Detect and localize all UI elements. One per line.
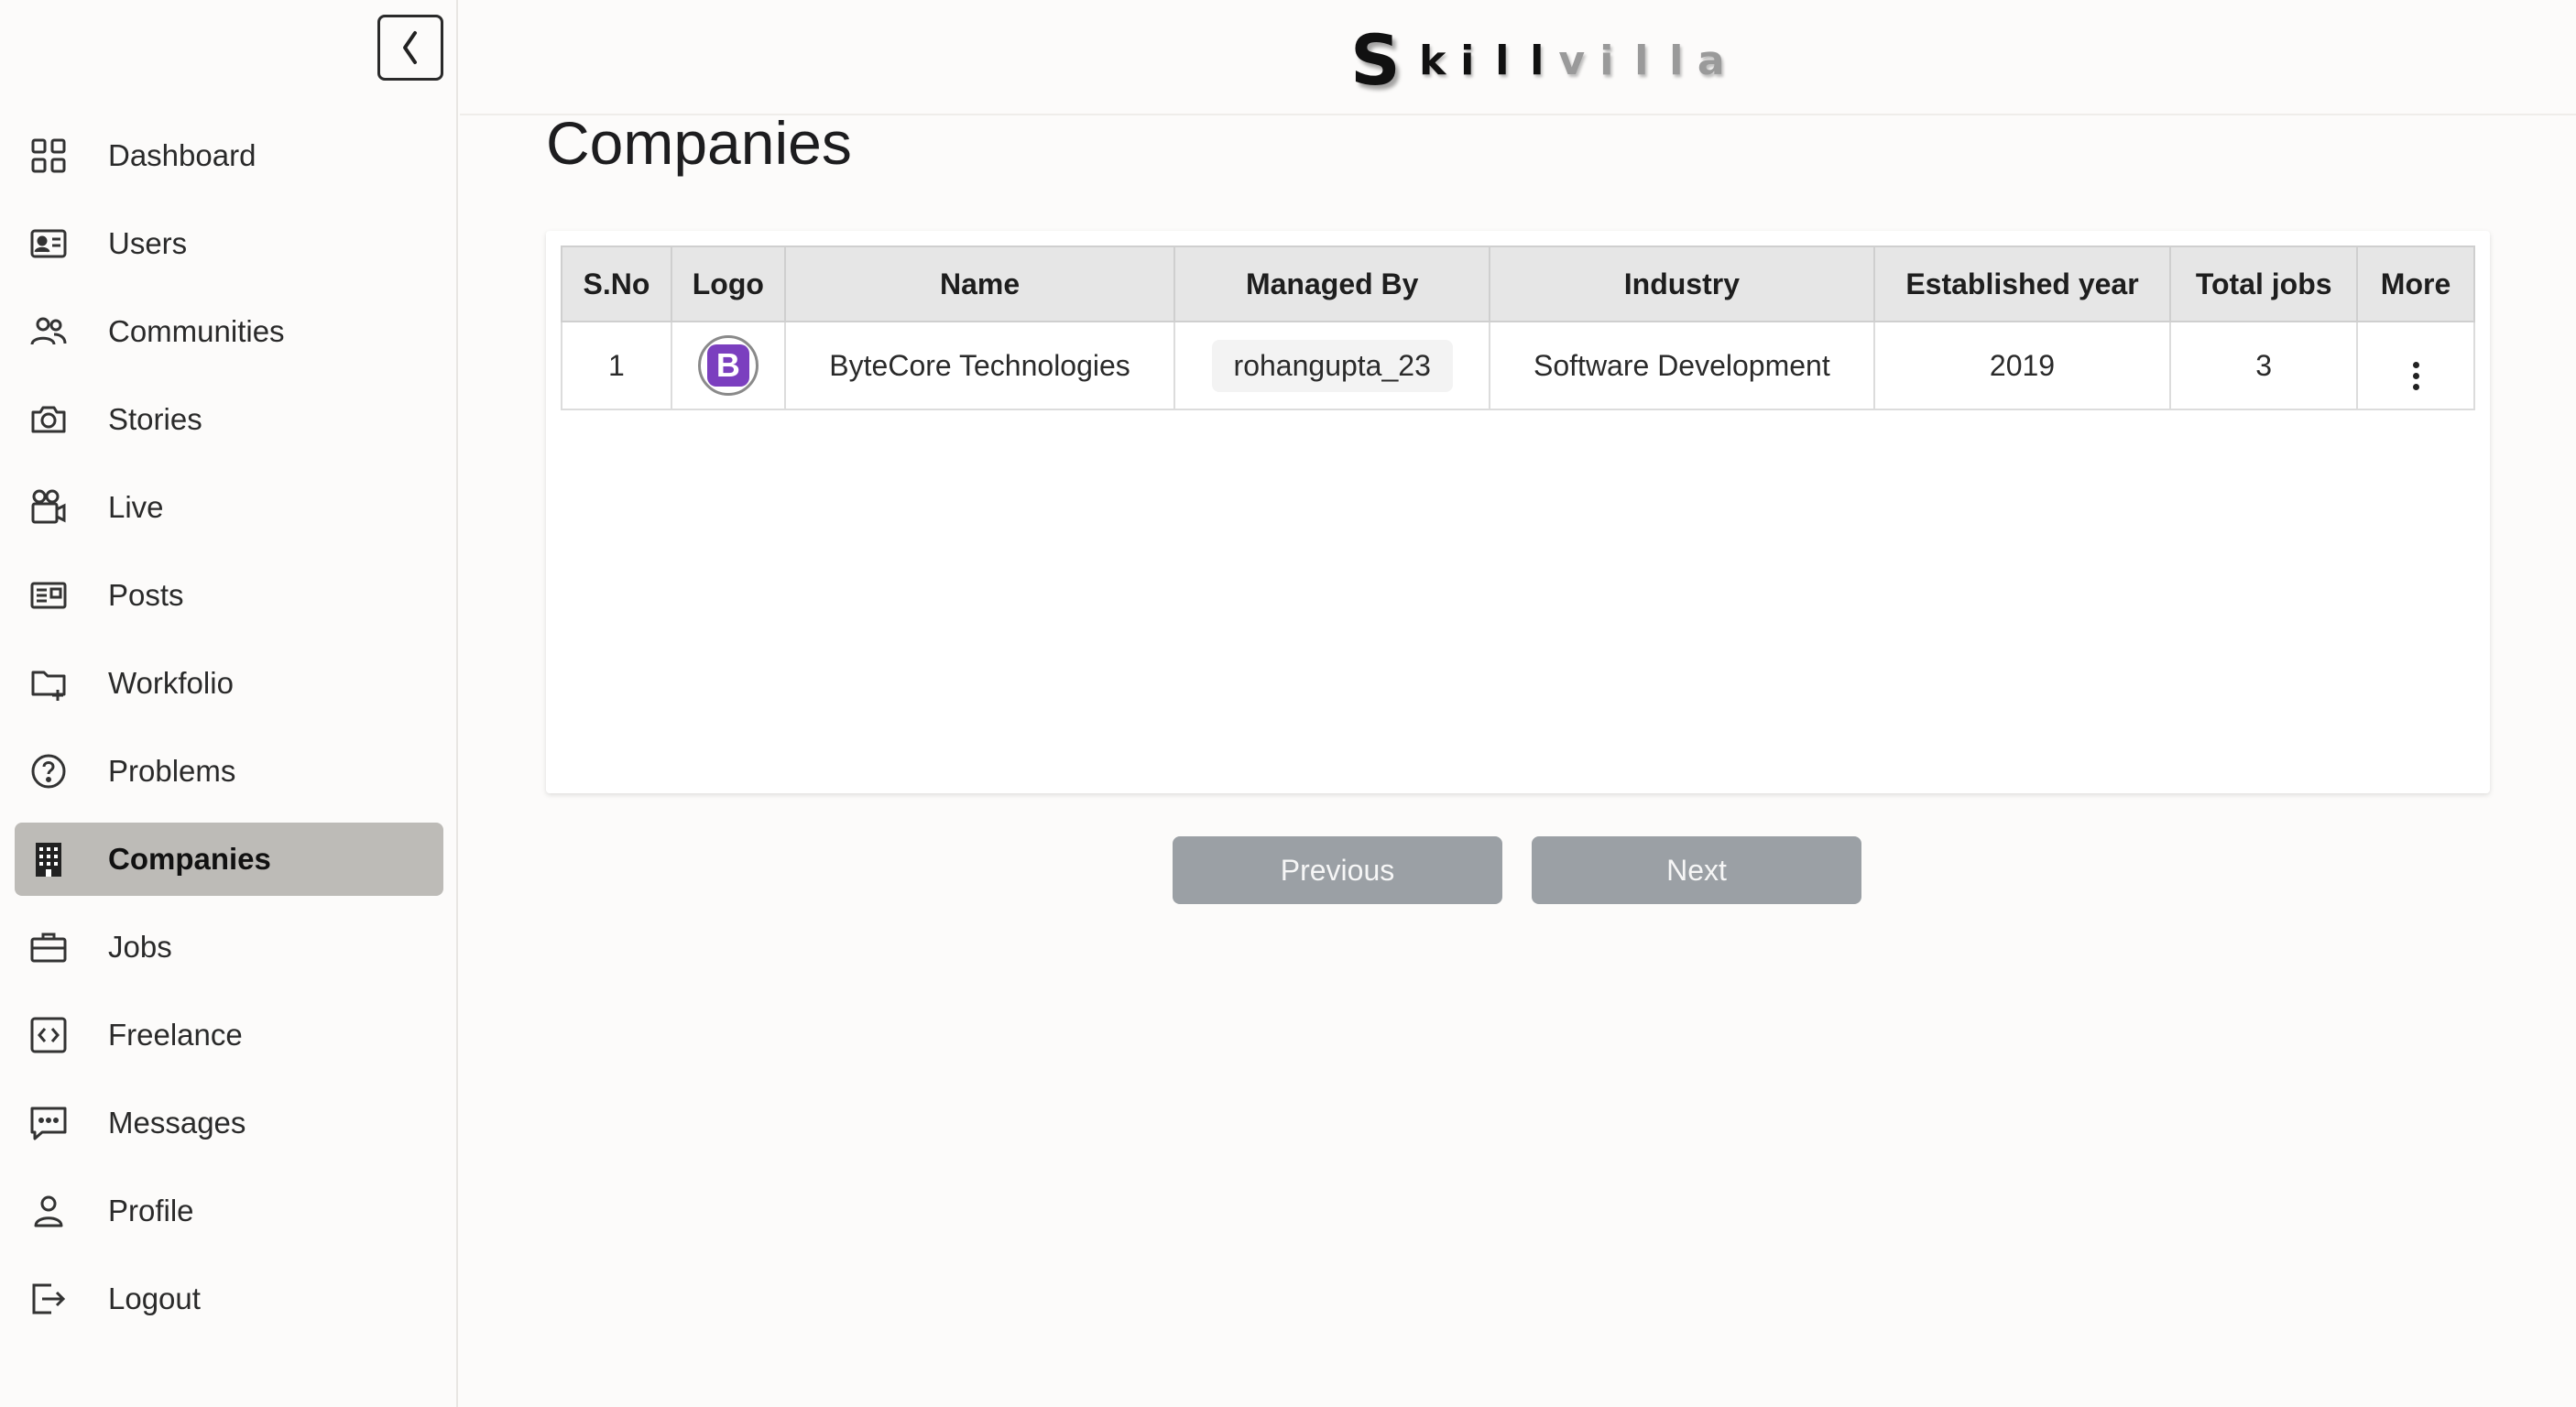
brand-letter: l <box>1495 38 1510 84</box>
brand-letter: a <box>1697 38 1725 84</box>
column-header-industry: Industry <box>1489 245 1875 322</box>
sidebar-item-label: Workfolio <box>108 666 234 700</box>
more-options-icon[interactable] <box>2412 361 2419 390</box>
person-icon <box>27 1190 70 1232</box>
companies-table: S.No Logo Name Managed By Industry Estab… <box>561 245 2475 410</box>
companies-table-card: S.No Logo Name Managed By Industry Estab… <box>546 231 2490 793</box>
sidebar-item-label: Jobs <box>108 930 172 964</box>
brand-logo: S k i l l v i l l a <box>1350 22 1729 95</box>
page-title: Companies <box>546 109 852 177</box>
question-icon <box>27 750 70 792</box>
sidebar: Dashboard Users Communities Stories Live <box>0 0 458 1407</box>
column-header-name: Name <box>783 245 1176 322</box>
message-icon <box>27 1102 70 1144</box>
collapse-sidebar-button[interactable] <box>377 15 443 81</box>
table-row[interactable]: 1 B ByteCore Technologies rohangupta_23 … <box>561 321 2475 410</box>
brand-letter: l <box>1634 38 1649 84</box>
cell-more <box>2356 321 2475 410</box>
chevron-left-icon <box>403 31 417 64</box>
column-header-managed-by: Managed By <box>1173 245 1491 322</box>
communities-icon <box>27 311 70 353</box>
cell-name: ByteCore Technologies <box>783 321 1176 410</box>
folder-plus-icon <box>27 662 70 704</box>
cell-total-jobs: 3 <box>2169 321 2359 410</box>
sidebar-item-users[interactable]: Users <box>15 207 443 280</box>
sidebar-item-logout[interactable]: Logout <box>15 1262 443 1336</box>
posts-icon <box>27 574 70 616</box>
sidebar-nav: Dashboard Users Communities Stories Live <box>15 119 443 1350</box>
pagination: Previous Next <box>1173 836 1861 904</box>
next-button[interactable]: Next <box>1532 836 1861 904</box>
logout-icon <box>27 1278 70 1320</box>
brand-letter: k <box>1419 38 1446 84</box>
company-logo-badge: B <box>706 344 749 387</box>
sidebar-item-label: Live <box>108 490 164 524</box>
column-header-total-jobs: Total jobs <box>2169 245 2359 322</box>
sidebar-item-workfolio[interactable]: Workfolio <box>15 647 443 720</box>
sidebar-item-label: Stories <box>108 402 202 436</box>
brand-letter: i <box>1599 38 1614 84</box>
sidebar-item-label: Messages <box>108 1106 246 1140</box>
sidebar-item-label: Users <box>108 226 188 260</box>
sidebar-item-problems[interactable]: Problems <box>15 735 443 808</box>
column-header-established-year: Established year <box>1872 245 2172 322</box>
sidebar-item-label: Logout <box>108 1282 201 1315</box>
column-header-sno: S.No <box>561 245 672 322</box>
brand-letter: l <box>1530 38 1545 84</box>
column-header-more: More <box>2356 245 2475 322</box>
building-icon <box>27 838 70 880</box>
sidebar-item-jobs[interactable]: Jobs <box>15 911 443 984</box>
sidebar-item-label: Problems <box>108 754 236 788</box>
code-icon <box>27 1014 70 1056</box>
sidebar-item-live[interactable]: Live <box>15 471 443 544</box>
sidebar-item-freelance[interactable]: Freelance <box>15 998 443 1072</box>
camera-icon <box>27 398 70 441</box>
company-logo: B <box>697 335 759 396</box>
cell-established-year: 2019 <box>1872 321 2172 410</box>
briefcase-icon <box>27 926 70 968</box>
cell-industry: Software Development <box>1489 321 1875 410</box>
users-icon <box>27 223 70 265</box>
top-bar: S k i l l v i l l a <box>460 0 2576 115</box>
brand-letter: v <box>1558 38 1586 84</box>
sidebar-item-stories[interactable]: Stories <box>15 383 443 456</box>
brand-letter: i <box>1460 38 1475 84</box>
sidebar-item-label: Posts <box>108 578 184 612</box>
video-camera-icon <box>27 486 70 529</box>
cell-managed-by: rohangupta_23 <box>1173 321 1491 410</box>
sidebar-item-communities[interactable]: Communities <box>15 295 443 368</box>
sidebar-item-companies[interactable]: Companies <box>15 823 443 896</box>
sidebar-item-label: Profile <box>108 1194 194 1227</box>
cell-sno: 1 <box>561 321 672 410</box>
cell-logo: B <box>670 321 786 410</box>
column-header-logo: Logo <box>670 245 786 322</box>
brand-logo-initial: S <box>1350 19 1401 101</box>
managed-by-chip[interactable]: rohangupta_23 <box>1211 339 1453 392</box>
previous-button[interactable]: Previous <box>1173 836 1502 904</box>
table-header-row: S.No Logo Name Managed By Industry Estab… <box>561 245 2475 322</box>
sidebar-item-label: Communities <box>108 314 285 348</box>
sidebar-item-label: Freelance <box>108 1018 243 1052</box>
dashboard-icon <box>27 135 70 177</box>
sidebar-item-label: Companies <box>108 842 271 876</box>
sidebar-item-dashboard[interactable]: Dashboard <box>15 119 443 192</box>
sidebar-item-messages[interactable]: Messages <box>15 1086 443 1160</box>
sidebar-item-label: Dashboard <box>108 138 257 172</box>
brand-logo-text: k i l l v i l l a <box>1415 38 1729 84</box>
sidebar-item-posts[interactable]: Posts <box>15 559 443 632</box>
sidebar-item-profile[interactable]: Profile <box>15 1174 443 1248</box>
brand-letter: l <box>1669 38 1684 84</box>
